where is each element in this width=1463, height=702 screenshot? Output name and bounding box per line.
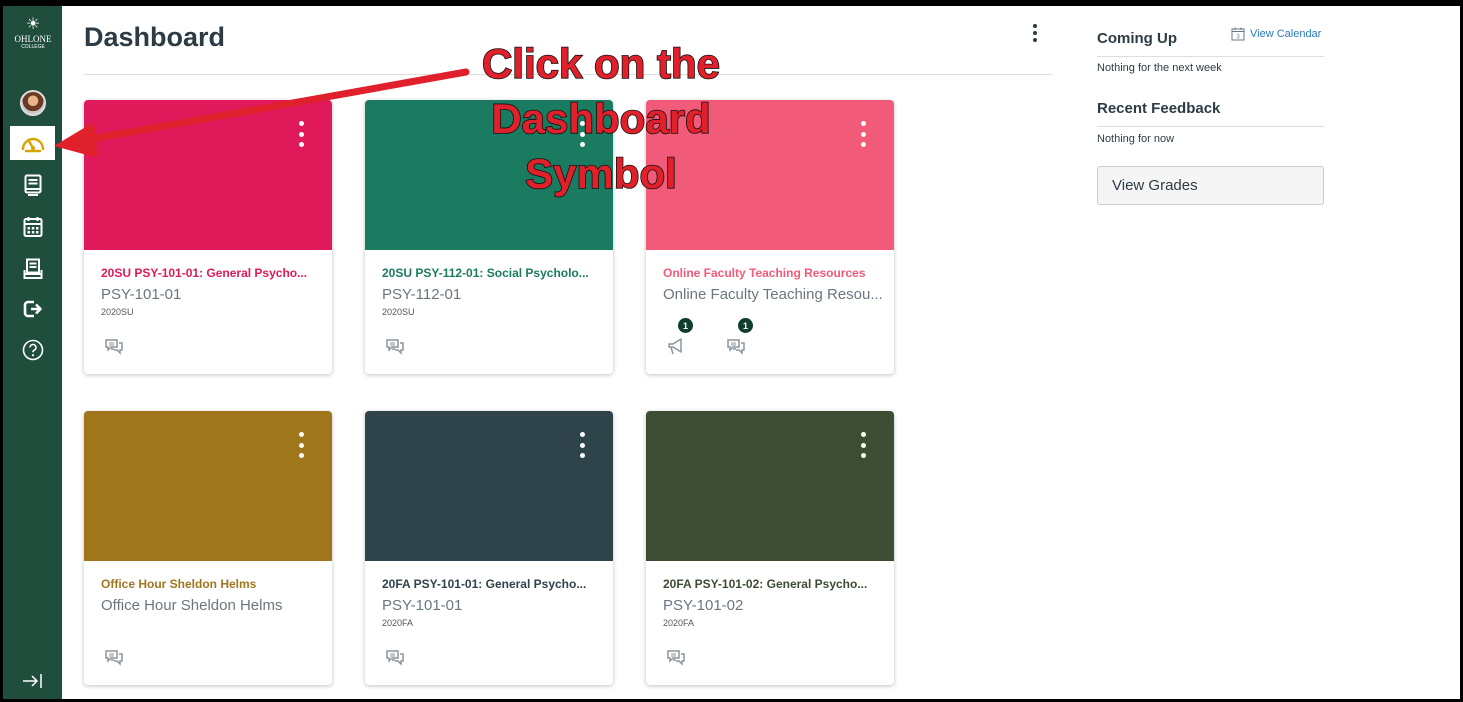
- annotation-line-2: Dashboard: [491, 95, 710, 142]
- tutorial-annotation: Click on the Dashboard Symbol: [54, 39, 721, 198]
- top-border: [0, 0, 1463, 6]
- annotation-line-3: Symbol: [525, 150, 677, 197]
- annotation-line-1: Click on the: [482, 40, 720, 87]
